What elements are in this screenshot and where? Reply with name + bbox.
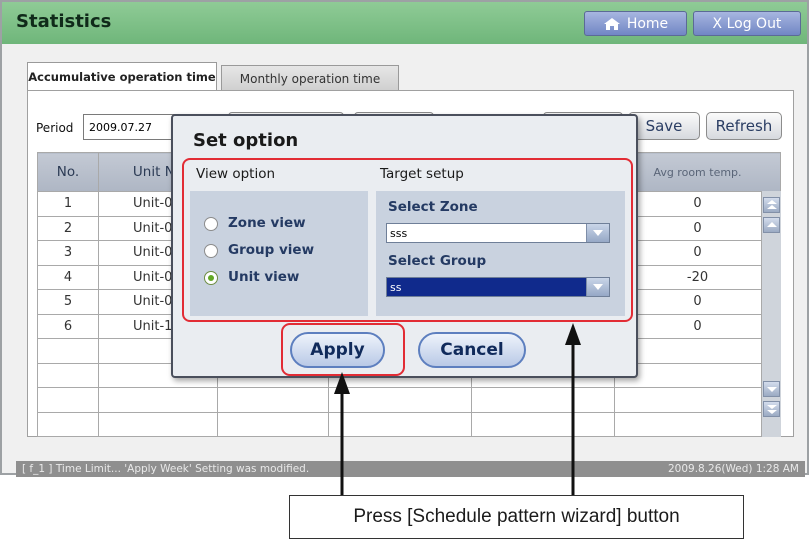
set-option-dialog: Set option View option Target setup Zone… bbox=[171, 114, 638, 378]
cell-no: 1 bbox=[37, 191, 99, 217]
cell-unit: Unit-0 bbox=[133, 269, 173, 285]
apply-button[interactable]: Apply bbox=[290, 332, 385, 368]
view-option-header: View option bbox=[196, 166, 276, 182]
cell-no: 6 bbox=[37, 313, 99, 339]
unit-view-radio[interactable] bbox=[204, 271, 218, 285]
refresh-button-label: Refresh bbox=[715, 117, 773, 135]
vertical-scrollbar[interactable] bbox=[761, 191, 781, 437]
home-button[interactable]: Home bbox=[584, 11, 687, 36]
dropdown-arrow-icon[interactable] bbox=[586, 278, 609, 296]
zone-view-label[interactable]: Zone view bbox=[228, 215, 306, 231]
table-row[interactable] bbox=[37, 387, 781, 413]
status-message: [ f_1 ] Time Limit... 'Apply Week' Setti… bbox=[22, 463, 310, 475]
cell-unit: Unit-0 bbox=[133, 196, 173, 212]
callout-text: Press [Schedule pattern wizard] button bbox=[353, 506, 680, 527]
group-view-radio[interactable] bbox=[204, 244, 218, 258]
down-arrow-icon[interactable] bbox=[763, 381, 780, 397]
cell-no: 2 bbox=[37, 215, 99, 241]
tab-monthly-operation-time[interactable]: Monthly operation time bbox=[221, 65, 399, 91]
header-no: No. bbox=[37, 152, 99, 192]
target-setup-header: Target setup bbox=[380, 166, 464, 182]
cancel-button-label: Cancel bbox=[440, 340, 504, 360]
double-down-arrow-icon[interactable] bbox=[763, 401, 780, 417]
house-icon bbox=[603, 17, 620, 30]
period-start-field[interactable]: 2009.07.27 bbox=[83, 114, 175, 140]
select-zone-label: Select Zone bbox=[388, 199, 478, 215]
cell-avg: 0 bbox=[614, 240, 781, 266]
cell-avg: 0 bbox=[614, 289, 781, 315]
double-up-arrow-icon[interactable] bbox=[763, 197, 780, 213]
period-label: Period bbox=[36, 121, 74, 135]
tab-accumulative-operation-time[interactable]: Accumulative operation time bbox=[27, 62, 217, 91]
select-zone-dropdown[interactable]: sss bbox=[386, 223, 610, 243]
dropdown-arrow-icon[interactable] bbox=[586, 224, 609, 242]
cell-no: 5 bbox=[37, 289, 99, 315]
tab-label: Monthly operation time bbox=[239, 71, 381, 86]
unit-view-label[interactable]: Unit view bbox=[228, 269, 299, 285]
target-setup-panel: Select Zone sss Select Group ss bbox=[376, 191, 625, 316]
cell-unit: Unit-0 bbox=[133, 294, 173, 310]
cell-avg: 0 bbox=[614, 313, 781, 339]
save-button-label: Save bbox=[645, 117, 683, 135]
annotation-callout: Press [Schedule pattern wizard] button bbox=[289, 495, 744, 539]
cell-avg: 0 bbox=[614, 191, 781, 217]
select-group-label: Select Group bbox=[388, 253, 487, 269]
logout-button-label: X Log Out bbox=[712, 15, 782, 32]
title-bar: Statistics Home X Log Out bbox=[2, 2, 807, 44]
period-start-value: 2009.07.27 bbox=[89, 120, 152, 134]
cancel-button[interactable]: Cancel bbox=[418, 332, 526, 368]
select-zone-value: sss bbox=[390, 227, 408, 240]
home-button-label: Home bbox=[626, 15, 669, 32]
options-highlight-frame: View option Target setup Zone view Group… bbox=[182, 158, 633, 322]
cell-unit: Unit-0 bbox=[133, 220, 173, 236]
zone-view-radio[interactable] bbox=[204, 217, 218, 231]
logout-button[interactable]: X Log Out bbox=[693, 11, 801, 36]
cell-avg: -20 bbox=[614, 264, 781, 290]
apply-button-label: Apply bbox=[310, 340, 365, 360]
group-view-label[interactable]: Group view bbox=[228, 242, 314, 258]
status-bar: [ f_1 ] Time Limit... 'Apply Week' Setti… bbox=[16, 461, 805, 477]
view-option-panel: Zone view Group view Unit view bbox=[190, 191, 368, 316]
select-group-dropdown[interactable]: ss bbox=[386, 277, 610, 297]
refresh-button[interactable]: Refresh bbox=[706, 112, 782, 140]
save-button[interactable]: Save bbox=[628, 112, 700, 140]
select-group-value: ss bbox=[390, 281, 402, 294]
dialog-title: Set option bbox=[193, 130, 299, 151]
up-arrow-icon[interactable] bbox=[763, 217, 780, 233]
cell-avg: 0 bbox=[614, 215, 781, 241]
table-row[interactable] bbox=[37, 411, 781, 437]
cell-unit: Unit-1 bbox=[133, 318, 173, 334]
cell-no: 3 bbox=[37, 240, 99, 266]
status-datetime: 2009.8.26(Wed) 1:28 AM bbox=[667, 463, 799, 475]
cell-unit: Unit-0 bbox=[133, 245, 173, 261]
cell-no: 4 bbox=[37, 264, 99, 290]
header-avg-room-temp: Avg room temp. bbox=[614, 152, 781, 192]
tab-label: Accumulative operation time bbox=[28, 70, 216, 84]
page-title: Statistics bbox=[16, 11, 112, 32]
